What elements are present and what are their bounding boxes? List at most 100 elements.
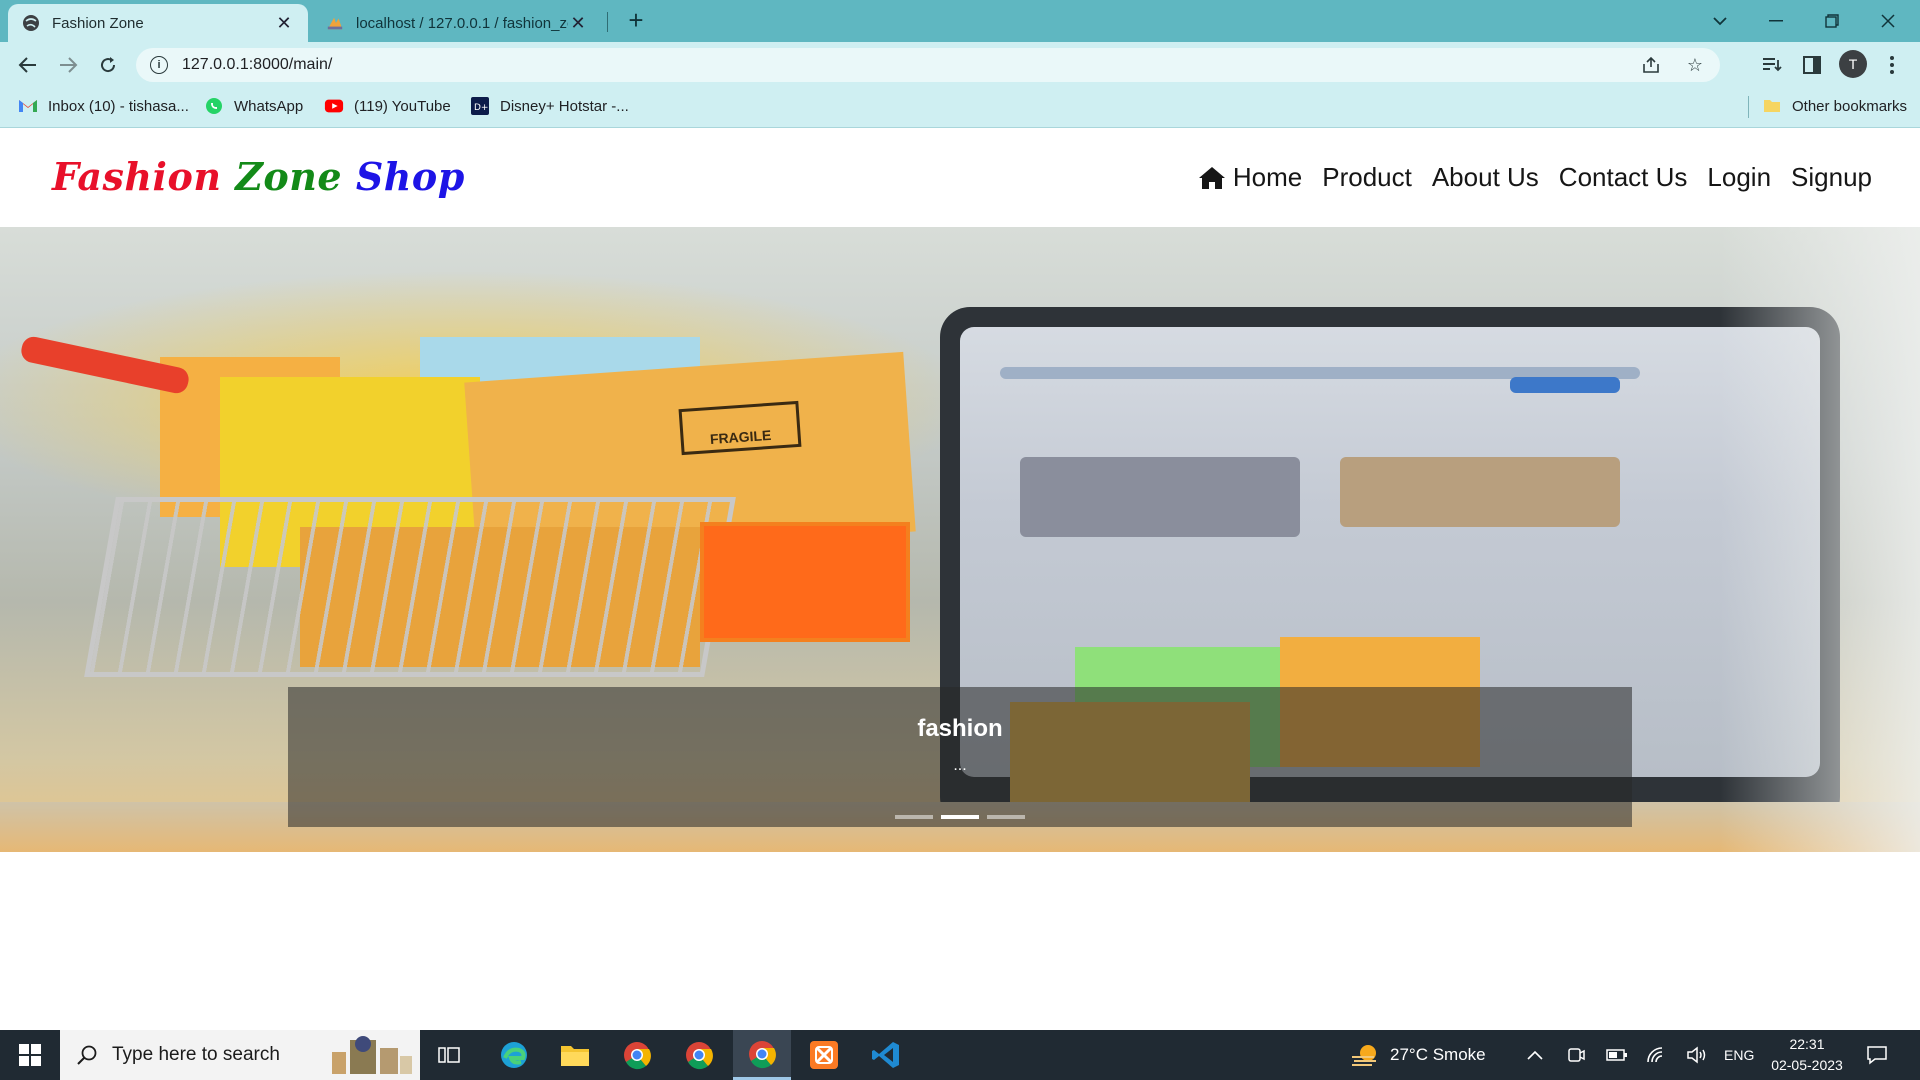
nav-login[interactable]: Login: [1707, 162, 1771, 193]
tab-title: localhost / 127.0.0.1 / fashion_zo: [356, 14, 568, 32]
taskbar-search[interactable]: Type here to search: [60, 1030, 420, 1080]
side-panel-icon[interactable]: [1796, 49, 1828, 81]
folder-icon: [561, 1046, 589, 1066]
nav-product[interactable]: Product: [1322, 162, 1412, 193]
xampp-app[interactable]: [795, 1030, 853, 1080]
brand-logo[interactable]: Fashion Zone Shop: [52, 154, 465, 199]
task-view-button[interactable]: [420, 1030, 478, 1080]
gmail-icon: [18, 98, 38, 114]
nav-about-us[interactable]: About Us: [1432, 162, 1539, 193]
bookmark-divider: [1748, 96, 1749, 118]
vscode-icon: [872, 1042, 899, 1068]
bookmarks-bar: Inbox (10) - tishasa... WhatsApp (119) Y…: [0, 88, 1920, 128]
browser-tab-strip: Fashion Zone ✕ localhost / 127.0.0.1 / f…: [0, 0, 1920, 42]
reload-button[interactable]: [92, 49, 124, 81]
chrome-icon: [749, 1040, 776, 1068]
search-placeholder: Type here to search: [112, 1044, 280, 1065]
new-tab-button[interactable]: +: [622, 6, 650, 34]
windows-taskbar: Type here to search 27°C Smoke ENG 22:31…: [0, 1030, 1920, 1080]
nav-signup[interactable]: Signup: [1791, 162, 1872, 193]
search-icon: [77, 1045, 97, 1065]
windows-icon: [19, 1044, 41, 1066]
carousel-caption: fashion ...: [288, 687, 1632, 827]
cart-bumper: [700, 522, 910, 642]
minimize-button[interactable]: [1748, 0, 1804, 42]
tab-search-chevron-icon[interactable]: [1692, 0, 1748, 42]
tab-title: Fashion Zone: [52, 14, 144, 32]
weather-text: 27°C Smoke: [1390, 1045, 1486, 1064]
share-icon[interactable]: [1640, 54, 1662, 76]
phpmyadmin-icon: [326, 14, 344, 32]
globe-icon: [22, 14, 40, 32]
nav-home[interactable]: Home: [1197, 162, 1302, 193]
caption-text: ...: [953, 757, 967, 774]
kebab-menu-icon[interactable]: [1876, 49, 1908, 81]
reading-list-icon[interactable]: [1756, 49, 1788, 81]
chrome-app-2[interactable]: [670, 1030, 728, 1080]
weather-widget[interactable]: 27°C Smoke: [1350, 1030, 1486, 1080]
tab-phpmyadmin[interactable]: localhost / 127.0.0.1 / fashion_zo ✕: [312, 4, 602, 42]
youtube-icon: [324, 98, 344, 114]
notification-button[interactable]: [1866, 1030, 1888, 1080]
shopping-cart: [84, 497, 736, 677]
nav-contact-us[interactable]: Contact Us: [1559, 162, 1688, 193]
task-view-icon: [438, 1047, 460, 1063]
carousel-indicator[interactable]: [895, 815, 933, 819]
url-text: 127.0.0.1:8000/main/: [182, 56, 333, 73]
home-icon: [1198, 166, 1225, 189]
clock-time: 22:31: [1789, 1036, 1825, 1052]
bookmark-whatsapp[interactable]: WhatsApp: [204, 88, 303, 124]
restore-button[interactable]: [1804, 0, 1860, 42]
fragile-stamp: FRAGILE: [678, 400, 802, 456]
notification-icon: [1867, 1046, 1887, 1065]
edge-icon: [501, 1042, 527, 1068]
svg-text:D+: D+: [474, 103, 488, 113]
clock[interactable]: 22:31 02-05-2023: [1762, 1034, 1852, 1076]
chrome-icon: [686, 1042, 713, 1070]
vscode-app[interactable]: [857, 1030, 915, 1080]
site-info-icon[interactable]: i: [150, 56, 168, 74]
xampp-icon: [810, 1041, 838, 1069]
main-menu: Home Product About Us Contact Us Login S…: [1197, 162, 1872, 193]
volume-icon[interactable]: [1686, 1030, 1708, 1080]
close-window-button[interactable]: [1860, 0, 1916, 42]
search-highlight-icon: [332, 1036, 412, 1074]
carousel-indicators: [288, 815, 1632, 819]
chrome-app-active[interactable]: [733, 1030, 791, 1080]
show-hidden-icons[interactable]: [1526, 1030, 1544, 1080]
battery-icon[interactable]: [1606, 1030, 1628, 1080]
wifi-icon[interactable]: [1646, 1030, 1666, 1080]
address-bar[interactable]: i 127.0.0.1:8000/main/ ☆: [136, 48, 1720, 82]
close-tab-icon[interactable]: ✕: [274, 13, 294, 34]
carousel-indicator-active[interactable]: [941, 815, 979, 819]
carousel-indicator[interactable]: [987, 815, 1025, 819]
folder-icon: [1762, 98, 1782, 114]
browser-toolbar: i 127.0.0.1:8000/main/ ☆ T: [0, 42, 1920, 88]
meet-now-icon[interactable]: [1566, 1030, 1586, 1080]
site-navbar: Fashion Zone Shop Home Product About Us …: [0, 128, 1920, 227]
language-indicator[interactable]: ENG: [1724, 1030, 1754, 1080]
file-explorer-app[interactable]: [546, 1030, 604, 1080]
hero-carousel[interactable]: FRAGILE fashion ...: [0, 227, 1920, 852]
chrome-icon: [624, 1042, 651, 1070]
close-tab-icon[interactable]: ✕: [568, 13, 588, 34]
bookmark-star-icon[interactable]: ☆: [1684, 54, 1706, 76]
start-button[interactable]: [0, 1030, 60, 1080]
whatsapp-icon: [204, 98, 224, 114]
chrome-app-1[interactable]: [608, 1030, 666, 1080]
profile-avatar[interactable]: T: [1839, 50, 1867, 78]
other-bookmarks[interactable]: Other bookmarks: [1762, 88, 1907, 124]
back-button[interactable]: [12, 49, 44, 81]
bookmark-gmail[interactable]: Inbox (10) - tishasa...: [18, 88, 189, 124]
chevron-up-icon: [1527, 1050, 1543, 1060]
caption-title: fashion: [917, 715, 1003, 742]
hotstar-icon: D+: [470, 97, 490, 115]
edge-app[interactable]: [485, 1030, 543, 1080]
clock-date: 02-05-2023: [1771, 1057, 1843, 1073]
forward-button[interactable]: [52, 49, 84, 81]
tab-fashion-zone[interactable]: Fashion Zone ✕: [8, 4, 308, 42]
bookmark-youtube[interactable]: (119) YouTube: [324, 88, 451, 124]
tab-divider: [607, 12, 608, 32]
weather-icon: [1352, 1045, 1376, 1066]
bookmark-hotstar[interactable]: D+ Disney+ Hotstar -...: [470, 88, 629, 124]
